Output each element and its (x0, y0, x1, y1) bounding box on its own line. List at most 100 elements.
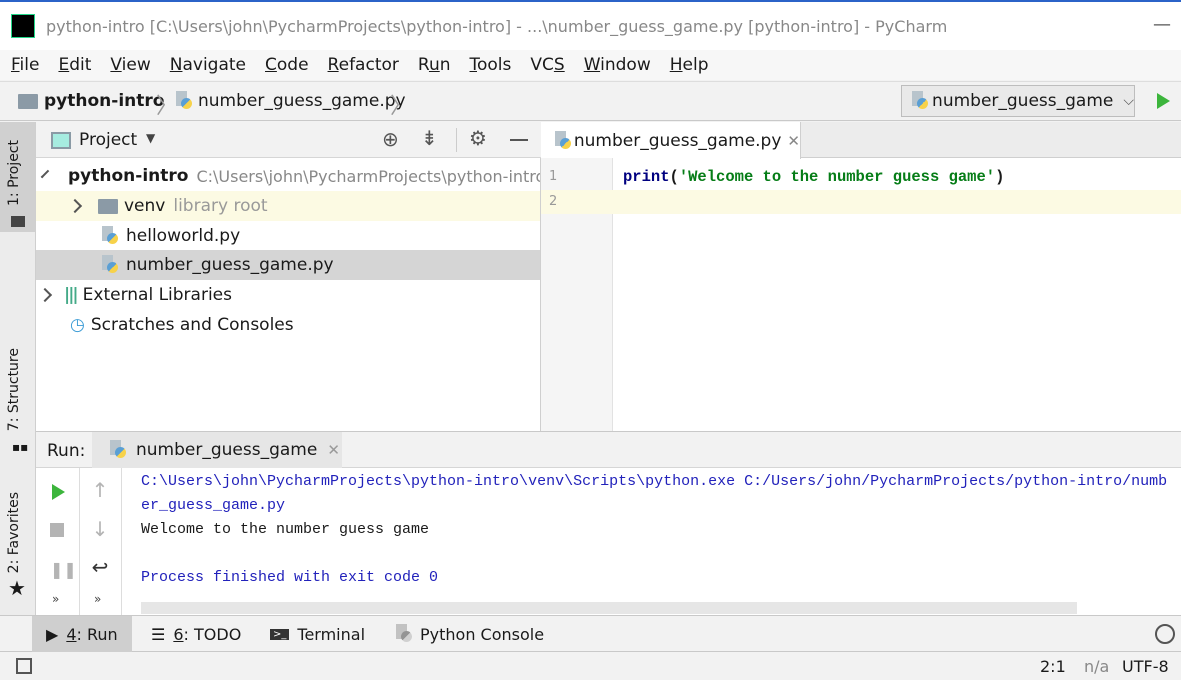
tab-todo[interactable]: ☰ 6: TODO (137, 616, 255, 652)
console-exit: Process finished with exit code 0 (141, 569, 439, 586)
tree-label: helloworld.py (126, 226, 241, 246)
pycharm-logo-icon (11, 14, 35, 38)
gear-icon[interactable]: ⚙ (469, 126, 487, 150)
list-icon: ☰ (151, 624, 166, 644)
chevron-down-icon: ⌵ (1123, 93, 1134, 109)
chevron-right-icon: 〉 (156, 94, 179, 119)
chevron-down-icon (40, 169, 50, 179)
python-file-icon (102, 255, 118, 275)
console-command: C:\Users\john\PycharmProjects\python-int… (141, 473, 1168, 514)
tab-terminal[interactable]: >_ Terminal (256, 616, 379, 652)
tree-item-helloworld[interactable]: helloworld.py (36, 221, 540, 251)
tab-label: number_guess_game.py (573, 130, 782, 151)
menu-View[interactable]: View (99, 50, 158, 80)
project-view-icon (51, 132, 71, 149)
run-panel-header: Run: number_guess_game ✕ (36, 432, 1181, 468)
left-tool-strip: 1: Project 7: Structure ▪▪ 2: Favorites … (0, 122, 36, 615)
folder-icon (18, 94, 38, 109)
python-file-icon (102, 226, 118, 246)
chevron-right-icon: 〉 (390, 94, 413, 119)
side-tab-project[interactable]: 1: Project (6, 140, 22, 206)
project-panel-header: Project ▼ ⊕ ⇟ ⚙ (36, 122, 541, 158)
close-icon[interactable]: ✕ (327, 441, 340, 459)
file-encoding[interactable]: UTF-8 (1122, 657, 1169, 676)
run-config-name: number_guess_game (932, 91, 1114, 111)
menu-Edit[interactable]: Edit (47, 50, 99, 80)
soft-wrap-icon[interactable]: ↩ (78, 555, 122, 579)
editor-tabs: number_guess_game.py ✕ (541, 122, 1181, 159)
menu-Navigate[interactable]: Navigate (159, 50, 254, 80)
side-tab-favorites[interactable]: 2: Favorites (6, 492, 22, 573)
locate-icon[interactable]: ⊕ (382, 127, 399, 151)
tree-item-venv[interactable]: venv library root (36, 191, 540, 221)
menu-Refactor[interactable]: Refactor (317, 50, 407, 80)
line-separator[interactable]: n/a (1084, 657, 1109, 676)
play-icon: ▶ (46, 624, 59, 644)
tree-path: C:\Users\john\PycharmProjects\python-int… (196, 166, 540, 186)
terminal-icon: >_ (270, 628, 290, 640)
menu-Tools[interactable]: Tools (459, 50, 520, 80)
minimize-button[interactable]: — (1153, 14, 1171, 35)
more-icon[interactable]: » (94, 592, 101, 606)
folder-icon (11, 216, 25, 227)
status-bar: 2:1 n/a UTF-8 (0, 652, 1181, 680)
collapse-all-icon[interactable]: ⇟ (421, 126, 438, 150)
run-label: Run: (47, 441, 86, 461)
menu-Run[interactable]: Run (407, 50, 459, 80)
side-tab-structure[interactable]: 7: Structure (6, 348, 22, 431)
run-tab[interactable]: number_guess_game ✕ (92, 432, 342, 468)
caret-position[interactable]: 2:1 (1040, 657, 1066, 676)
star-icon: ★ (8, 576, 26, 600)
run-button[interactable] (1157, 93, 1170, 109)
tree-label: Scratches and Consoles (90, 315, 294, 335)
pause-button[interactable]: ❚❚ (50, 560, 77, 579)
breadcrumb-file[interactable]: number_guess_game.py (198, 91, 406, 111)
editor-tab-number-guess-game[interactable]: number_guess_game.py ✕ (541, 122, 801, 159)
tab-run[interactable]: ▶ 4: Run (32, 616, 132, 652)
python-file-icon (176, 91, 192, 111)
close-icon[interactable]: ✕ (787, 132, 800, 150)
console-output-area: C:\Users\john\PycharmProjects\python-int… (141, 470, 1171, 590)
chevron-right-icon (37, 287, 53, 303)
menu-bar: File Edit View Navigate Code Refactor Run Tools… (0, 50, 1181, 80)
python-icon (110, 440, 126, 460)
event-log-icon[interactable] (1155, 624, 1175, 644)
more-icon[interactable]: » (52, 592, 59, 606)
line-number: 2 (549, 194, 558, 209)
breadcrumb-project[interactable]: python-intro (44, 91, 164, 111)
line-number: 1 (549, 169, 558, 184)
menu-Window[interactable]: Window (573, 50, 659, 80)
tree-label: External Libraries (82, 285, 232, 305)
tree-label: venv (124, 196, 166, 216)
tree-item-number-guess-game[interactable]: number_guess_game.py (36, 250, 540, 280)
run-configuration-select[interactable]: number_guess_game ⌵ (901, 85, 1135, 117)
rerun-button[interactable] (52, 484, 65, 500)
project-view-select[interactable]: Project (79, 130, 137, 150)
tree-hint: library root (173, 196, 268, 216)
tree-item-scratches[interactable]: ◷ Scratches and Consoles (36, 310, 540, 340)
chevron-right-icon (67, 198, 83, 214)
python-icon (912, 91, 929, 111)
run-panel: Run: number_guess_game ✕ ❚❚ » ↑ ↓ ↩ » C:… (36, 431, 1181, 616)
hide-icon[interactable] (510, 139, 528, 141)
tab-python-console[interactable]: Python Console (382, 616, 558, 652)
menu-Help[interactable]: Help (659, 50, 717, 80)
library-icon: ||| (64, 285, 79, 305)
tree-item-python-intro[interactable]: python-intro C:\Users\john\PycharmProjec… (36, 161, 540, 191)
console-output: Welcome to the number guess game (141, 521, 430, 538)
menu-VCS[interactable]: VCS (519, 50, 572, 80)
arrow-down-icon[interactable]: ↓ (78, 517, 122, 541)
code-line[interactable]: print('Welcome to the number guess game'… (623, 168, 1004, 186)
current-line-highlight (541, 190, 1181, 214)
menu-File[interactable]: File (0, 50, 47, 80)
caret-down-icon[interactable]: ▼ (146, 131, 155, 145)
arrow-up-icon[interactable]: ↑ (78, 478, 122, 502)
run-tab-label: number_guess_game (136, 440, 318, 460)
toggle-tool-windows-icon[interactable] (16, 658, 32, 674)
menu-Code[interactable]: Code (254, 50, 317, 80)
tree-item-external-libraries[interactable]: ||| External Libraries (36, 280, 540, 310)
tree-label: number_guess_game.py (126, 255, 334, 275)
python-file-icon (555, 130, 571, 151)
stop-button[interactable] (50, 523, 64, 537)
horizontal-scrollbar[interactable] (141, 602, 1077, 614)
